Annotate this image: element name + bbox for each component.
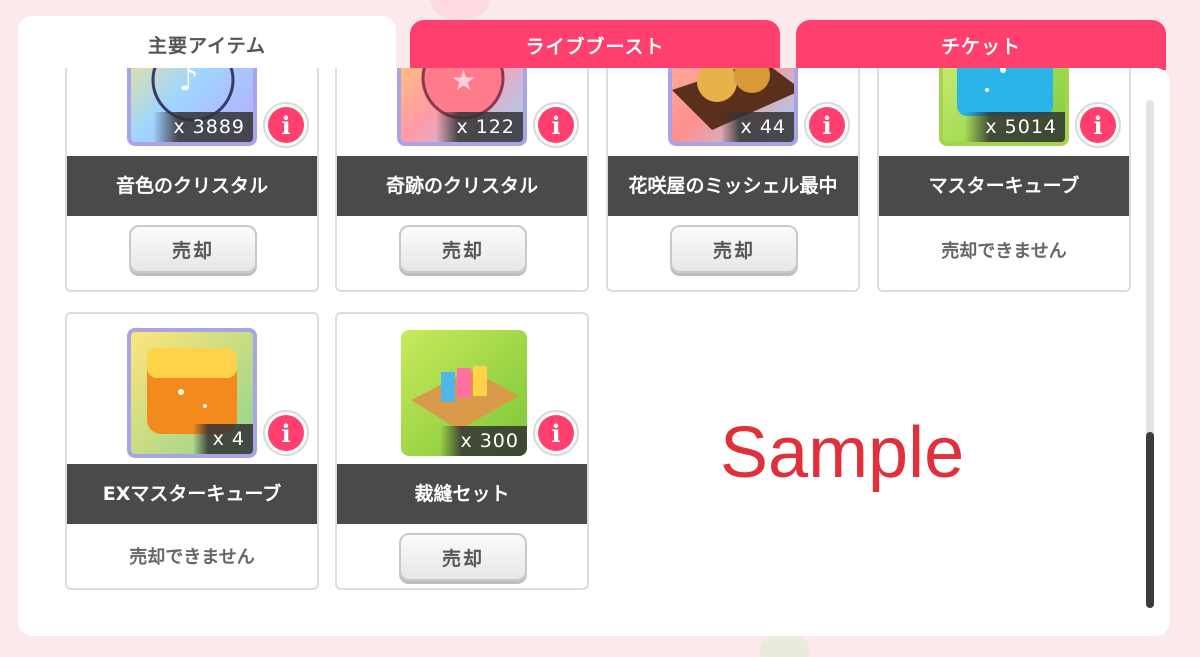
- info-icon[interactable]: i: [263, 410, 309, 456]
- monaka-sweets-icon: x 44: [668, 68, 798, 146]
- item-count: x 44: [720, 112, 794, 142]
- item-count: x 5014: [965, 112, 1065, 142]
- item-count: x 3889: [153, 112, 253, 142]
- pink-star-crystal-icon: ★ x 122: [397, 68, 527, 146]
- tab-main-items[interactable]: 主要アイテム: [18, 16, 396, 72]
- scrollbar[interactable]: [1146, 100, 1154, 608]
- blue-crystal-icon: ♪ x 3889: [127, 68, 257, 146]
- item-card: x 4 i EXマスターキューブ 売却できません: [65, 312, 319, 590]
- info-icon[interactable]: i: [804, 102, 850, 148]
- svg-text:★: ★: [451, 68, 476, 97]
- item-name: 奇跡のクリスタル: [337, 156, 587, 216]
- orange-cube-icon: x 4: [127, 328, 257, 458]
- item-name: 音色のクリスタル: [67, 156, 317, 216]
- item-list-panel[interactable]: ♪ x 3889 i 音色のクリスタル 売却 ★ x 122 i 奇跡のクリスタ…: [18, 68, 1170, 636]
- item-name: 花咲屋のミッシェル最中: [608, 156, 858, 216]
- item-card: x 44 i 花咲屋のミッシェル最中 売却: [606, 68, 860, 292]
- sell-button[interactable]: 売却: [399, 225, 527, 273]
- item-name: マスターキューブ: [879, 156, 1129, 216]
- info-icon[interactable]: i: [263, 102, 309, 148]
- sell-button[interactable]: 売却: [129, 225, 257, 273]
- sell-button[interactable]: 売却: [399, 533, 527, 581]
- info-icon[interactable]: i: [533, 102, 579, 148]
- item-count: x 122: [436, 112, 523, 142]
- background-decoration: [430, 0, 490, 20]
- item-card: x 300 i 裁縫セット 売却: [335, 312, 589, 590]
- not-sellable-label: 売却できません: [941, 241, 1067, 262]
- item-card: x 5014 i マスターキューブ 売却できません: [877, 68, 1131, 292]
- sell-button[interactable]: 売却: [670, 225, 798, 273]
- tab-live-boost[interactable]: ライブブースト: [410, 20, 780, 70]
- info-icon[interactable]: i: [533, 410, 579, 456]
- not-sellable-label: 売却できません: [129, 547, 255, 568]
- info-icon[interactable]: i: [1075, 102, 1121, 148]
- item-count: x 4: [192, 424, 253, 454]
- blue-cube-icon: x 5014: [939, 68, 1069, 146]
- item-name: 裁縫セット: [337, 464, 587, 524]
- item-card: ♪ x 3889 i 音色のクリスタル 売却: [65, 68, 319, 292]
- sample-watermark: Sample: [720, 413, 965, 493]
- item-name: EXマスターキューブ: [67, 464, 317, 524]
- tab-tickets[interactable]: チケット: [796, 20, 1166, 70]
- item-count: x 300: [440, 426, 527, 456]
- sewing-kit-icon: x 300: [401, 330, 527, 456]
- item-card: ★ x 122 i 奇跡のクリスタル 売却: [335, 68, 589, 292]
- svg-text:♪: ♪: [179, 68, 198, 98]
- scrollbar-thumb[interactable]: [1146, 432, 1154, 608]
